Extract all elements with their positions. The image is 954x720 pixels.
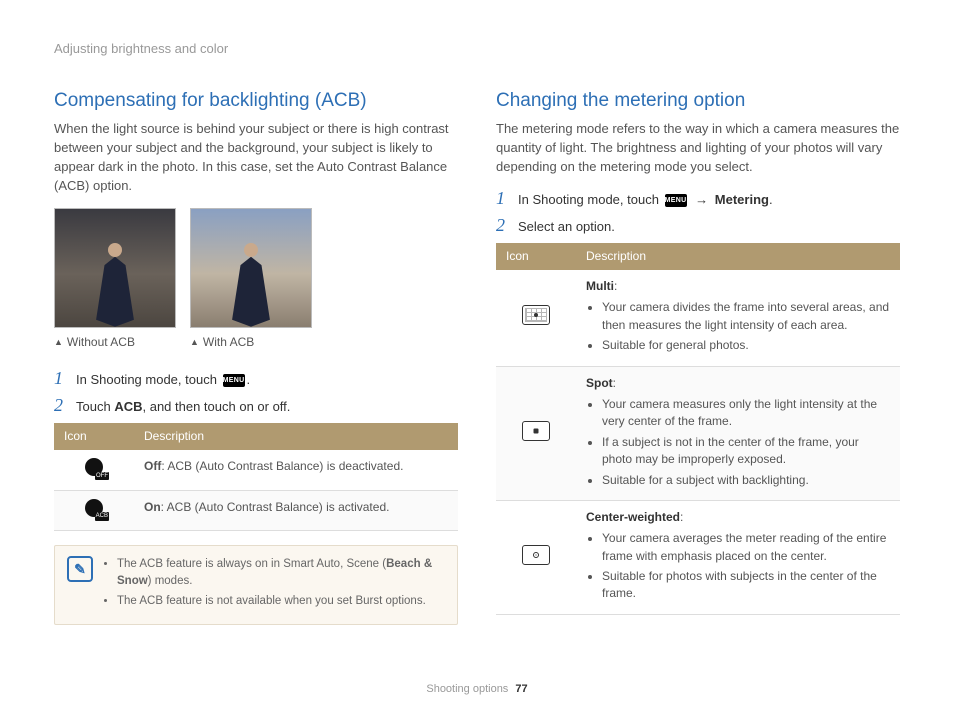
- table-row: On: ACB (Auto Contrast Balance) is activ…: [54, 490, 458, 530]
- metering-multi-icon: [522, 305, 550, 325]
- page-footer: Shooting options 77: [0, 682, 954, 698]
- note-icon: ✎: [67, 556, 93, 582]
- note-item: The ACB feature is always on in Smart Au…: [117, 556, 445, 589]
- caption-without-acb: ▲Without ACB: [54, 334, 176, 351]
- lead-acb: When the light source is behind your sub…: [54, 120, 458, 195]
- th-desc: Description: [576, 243, 900, 270]
- acb-on-icon: [85, 499, 103, 517]
- caption-with-acb: ▲With ACB: [190, 334, 312, 351]
- metering-table: Icon Description Multi: Your camera divi…: [496, 243, 900, 615]
- acb-step-2: 2 Touch ACB, and then touch on or off.: [54, 396, 458, 417]
- metering-step-2: 2 Select an option.: [496, 216, 900, 237]
- table-row: Center-weighted: Your camera averages th…: [496, 500, 900, 614]
- acb-step-1: 1 In Shooting mode, touch MENU.: [54, 369, 458, 390]
- acb-off-icon: [85, 458, 103, 476]
- note-box: ✎ The ACB feature is always on in Smart …: [54, 545, 458, 625]
- note-item: The ACB feature is not available when yo…: [117, 593, 445, 610]
- photo-without-acb: [54, 208, 176, 328]
- table-row: Off: ACB (Auto Contrast Balance) is deac…: [54, 450, 458, 490]
- th-desc: Description: [134, 423, 458, 450]
- right-column: Changing the metering option The meterin…: [496, 87, 900, 625]
- menu-icon: MENU: [665, 194, 687, 207]
- table-row: Multi: Your camera divides the frame int…: [496, 270, 900, 366]
- metering-spot-icon: [522, 421, 550, 441]
- photo-with-acb: [190, 208, 312, 328]
- metering-step-1: 1 In Shooting mode, touch MENU → Meterin…: [496, 189, 900, 210]
- heading-acb: Compensating for backlighting (ACB): [54, 87, 458, 115]
- acb-table: Icon Description Off: ACB (Auto Contrast…: [54, 423, 458, 531]
- th-icon: Icon: [54, 423, 134, 450]
- th-icon: Icon: [496, 243, 576, 270]
- left-column: Compensating for backlighting (ACB) When…: [54, 87, 458, 625]
- lead-metering: The metering mode refers to the way in w…: [496, 120, 900, 177]
- metering-center-icon: [522, 545, 550, 565]
- heading-metering: Changing the metering option: [496, 87, 900, 115]
- breadcrumb: Adjusting brightness and color: [54, 40, 900, 59]
- menu-icon: MENU: [223, 374, 245, 387]
- table-row: Spot: Your camera measures only the ligh…: [496, 366, 900, 500]
